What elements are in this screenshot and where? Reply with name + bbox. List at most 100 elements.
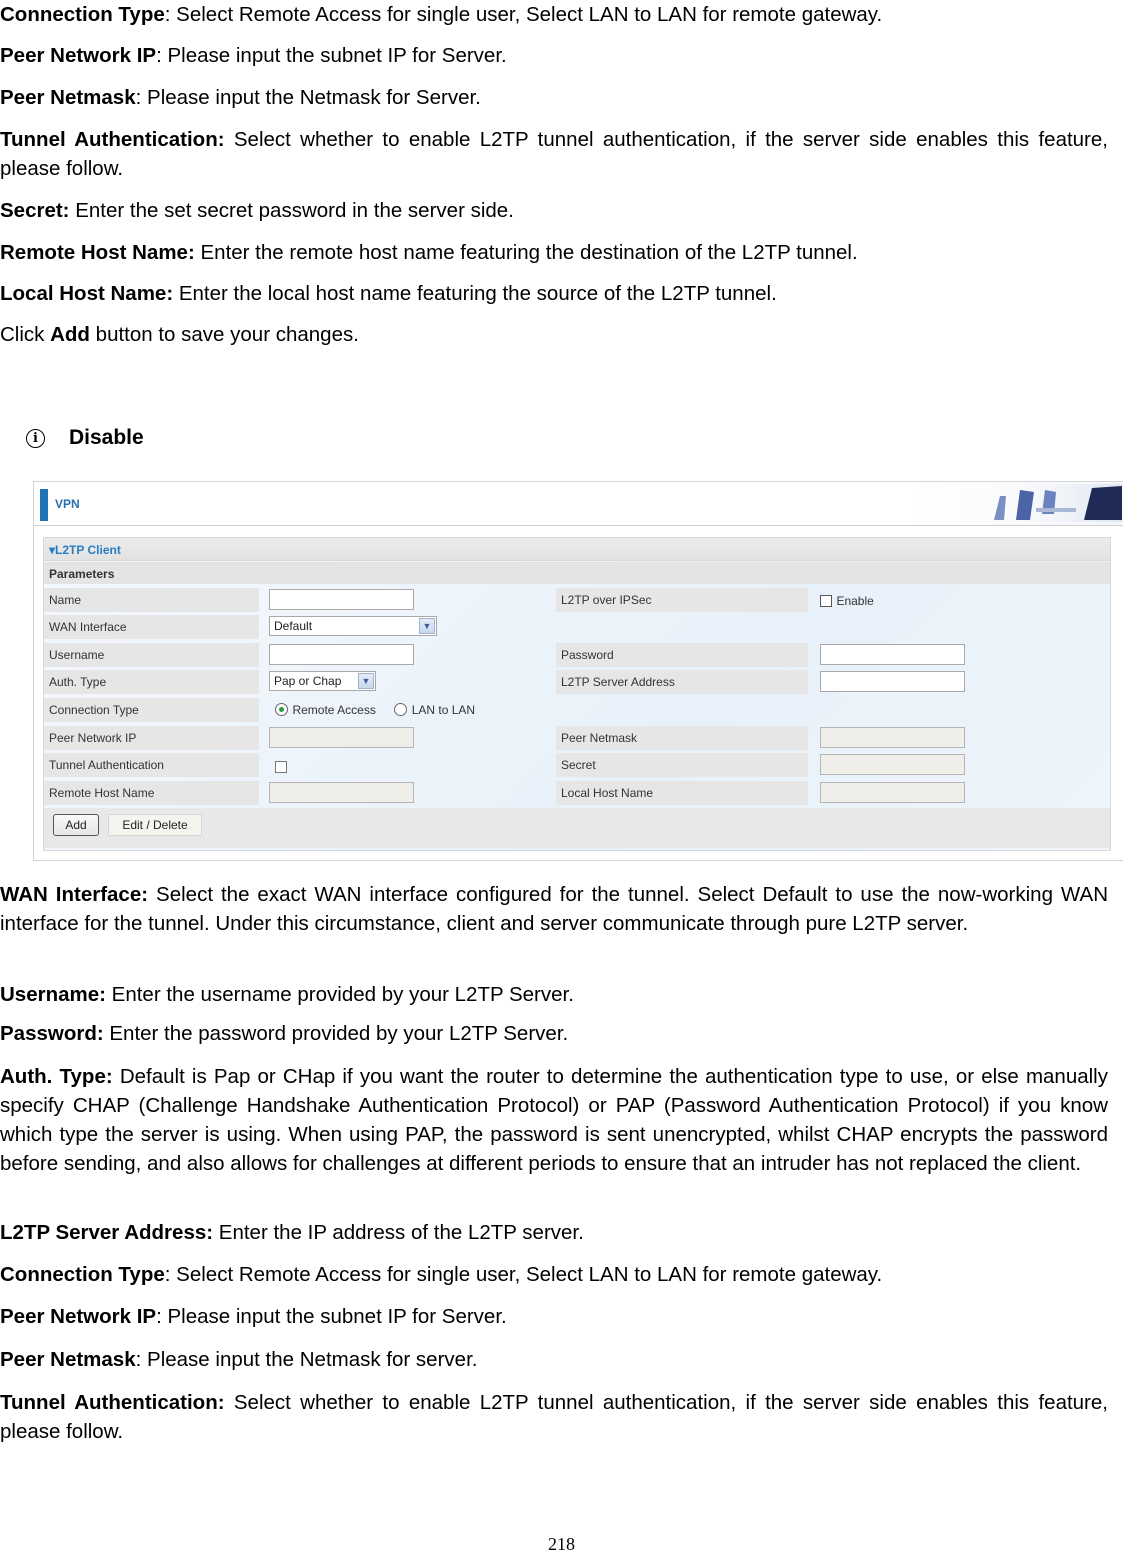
term: Local Host Name: (0, 282, 174, 305)
lan-to-lan-radio[interactable] (394, 703, 408, 717)
term: Password: (0, 1022, 104, 1045)
description: Select Remote Access for single user, Se… (170, 1263, 883, 1286)
term: Tunnel Authentication: (0, 128, 225, 151)
secret-input[interactable] (820, 754, 965, 775)
doc-paragraph: WAN Interface: Select the exact WAN inte… (0, 880, 1108, 938)
suffix: button to save your changes. (89, 323, 359, 346)
prefix: Click (0, 323, 51, 346)
term: WAN Interface: (0, 883, 149, 906)
description: Enter the remote host name featuring the… (194, 241, 858, 264)
form-row: Connection Type Remote Access LAN to LAN (44, 697, 1110, 723)
description: Select Remote Access for single user, Se… (170, 3, 883, 26)
doc-paragraph: Connection Type: Select Remote Access fo… (0, 0, 1108, 29)
secret-label: Secret (556, 753, 808, 777)
description: Enter the set secret password in the ser… (69, 199, 514, 222)
enable-option-label: Enable (836, 593, 874, 608)
term: Secret: (0, 199, 70, 222)
form-row: Name L2TP over IPSec Enable (44, 587, 1110, 613)
tunnel-authentication-checkbox[interactable] (275, 760, 287, 773)
doc-paragraph: L2TP Server Address: Enter the IP addres… (0, 1218, 1108, 1247)
term: Peer Netmask (0, 86, 136, 109)
term: Connection Type (0, 1263, 165, 1286)
l2tp-client-section: ▾L2TP Client Parameters Name L2TP over I… (43, 537, 1111, 851)
chevron-down-icon[interactable]: ▼ (358, 673, 374, 689)
l2tp-client-header[interactable]: ▾L2TP Client (44, 538, 1110, 561)
doc-paragraph: Peer Network IP: Please input the subnet… (0, 1302, 1108, 1331)
term: L2TP Server Address: (0, 1221, 214, 1244)
chevron-down-icon[interactable]: ▼ (419, 618, 435, 634)
header-title: VPN (55, 497, 80, 511)
name-input[interactable] (269, 589, 414, 610)
term: Auth. Type: (0, 1065, 113, 1088)
add-button[interactable]: Add (53, 814, 99, 836)
doc-paragraph: Local Host Name: Enter the local host na… (0, 279, 1108, 308)
l2tp-client-title[interactable]: ▾L2TP Client (49, 543, 121, 557)
l2tp-over-ipsec-label: L2TP over IPSec (556, 588, 808, 612)
tunnel-authentication-label: Tunnel Authentication (44, 753, 259, 777)
wan-interface-value: Default (274, 619, 313, 633)
l2tp-over-ipsec-checkbox[interactable] (820, 594, 832, 607)
doc-paragraph: Auth. Type: Default is Pap or CHap if yo… (0, 1062, 1108, 1178)
local-host-name-input[interactable] (820, 782, 965, 803)
description: Please input the Netmask for Server. (141, 86, 481, 109)
connection-type-label: Connection Type (44, 698, 259, 722)
term: Peer Network IP (0, 1305, 157, 1328)
section-heading: i Disable (26, 426, 144, 450)
description: Please input the Netmask for server. (141, 1348, 478, 1371)
vpn-panel: VPN ▾L2TP Client Parameters Name L2TP ov… (33, 481, 1123, 861)
peer-network-ip-input[interactable] (269, 727, 414, 748)
lan-to-lan-label: LAN to LAN (411, 702, 476, 717)
remote-host-name-label: Remote Host Name (44, 781, 259, 805)
remote-host-name-input[interactable] (269, 782, 414, 803)
doc-paragraph: Peer Network IP: Please input the subnet… (0, 41, 1108, 70)
description: Enter the IP address of the L2TP server. (213, 1221, 584, 1244)
local-host-name-label: Local Host Name (556, 781, 808, 805)
doc-paragraph: Password: Enter the password provided by… (0, 1019, 1108, 1048)
form-row: Tunnel Authentication Secret (44, 752, 1110, 778)
password-input[interactable] (820, 644, 965, 665)
parameters-header: Parameters (44, 562, 1110, 584)
form-row: Username Password (44, 642, 1110, 668)
term: Connection Type (0, 3, 165, 26)
peer-network-ip-label: Peer Network IP (44, 726, 259, 750)
username-input[interactable] (269, 644, 414, 665)
doc-paragraph: Connection Type: Select Remote Access fo… (0, 1260, 1108, 1289)
form-row: WAN Interface Default ▼ (44, 614, 1110, 640)
term: Remote Host Name: (0, 241, 195, 264)
auth-type-select[interactable]: Pap or Chap ▼ (269, 671, 376, 691)
form-row: Remote Host Name Local Host Name (44, 780, 1110, 806)
office-chairs-banner-icon (972, 484, 1122, 522)
doc-paragraph: Remote Host Name: Enter the remote host … (0, 238, 1108, 267)
remote-access-radio[interactable] (275, 703, 288, 717)
wan-interface-label: WAN Interface (44, 615, 259, 639)
term: Tunnel Authentication: (0, 1391, 225, 1414)
term: Add (50, 323, 90, 346)
password-label: Password (556, 643, 808, 667)
doc-paragraph: Click Add button to save your changes. (0, 320, 1108, 349)
button-bar: Add Edit / Delete (44, 808, 1110, 848)
form-row: Peer Network IP Peer Netmask (44, 725, 1110, 751)
description: Please input the subnet IP for Server. (161, 44, 507, 67)
description: Default is Pap or CHap if you want the r… (0, 1065, 1108, 1175)
accent-bar (40, 489, 48, 521)
info-icon: i (26, 428, 45, 448)
wan-interface-select[interactable]: Default ▼ (269, 616, 437, 636)
description: Please input the subnet IP for Server. (161, 1305, 507, 1328)
description: Enter the username provided by your L2TP… (105, 983, 574, 1006)
term: Username: (0, 983, 106, 1006)
remote-access-label: Remote Access (292, 702, 376, 717)
edit-delete-button[interactable]: Edit / Delete (108, 814, 202, 836)
parameters-title: Parameters (49, 567, 115, 581)
auth-type-value: Pap or Chap (274, 674, 342, 688)
username-label: Username (44, 643, 259, 667)
peer-netmask-input[interactable] (820, 727, 965, 748)
doc-paragraph: Tunnel Authentication: Select whether to… (0, 125, 1108, 183)
auth-type-label: Auth. Type (44, 670, 259, 694)
vpn-header: VPN (34, 482, 1123, 526)
description: Enter the password provided by your L2TP… (103, 1022, 569, 1045)
doc-paragraph: Tunnel Authentication: Select whether to… (0, 1388, 1108, 1446)
doc-paragraph: Username: Enter the username provided by… (0, 980, 1108, 1009)
term: Peer Network IP (0, 44, 157, 67)
doc-paragraph: Secret: Enter the set secret password in… (0, 196, 1108, 225)
l2tp-server-address-input[interactable] (820, 671, 965, 692)
